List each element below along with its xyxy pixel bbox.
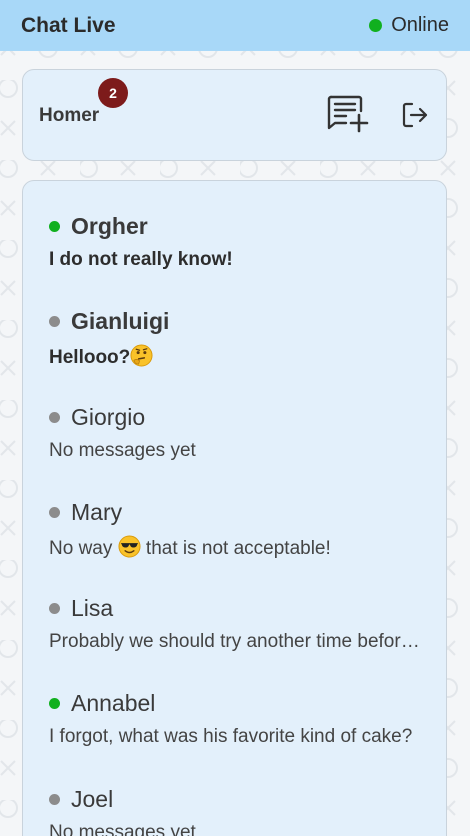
contact-name: Annabel [71, 689, 156, 716]
chat-item-annabel[interactable]: Annabel I forgot, what was his favorite … [49, 688, 421, 748]
current-user-name: Homer [39, 105, 100, 126]
offline-dot-icon [49, 602, 60, 614]
current-user-card: Homer 2 [22, 69, 447, 161]
message-preview-text: that is not acceptable! [145, 538, 331, 559]
offline-dot-icon [49, 411, 60, 423]
new-chat-icon [327, 95, 369, 133]
message-preview: Probably we should try another time befo… [49, 631, 421, 652]
logout-icon [402, 102, 428, 128]
offline-dot-icon [49, 793, 60, 805]
contact-name: Orgher [71, 212, 148, 239]
chat-item-lisa[interactable]: Lisa Probably we should try another time… [49, 593, 421, 653]
offline-dot-icon [49, 315, 60, 327]
status-label: Online [391, 14, 449, 36]
online-status-dot-icon [369, 19, 383, 32]
chat-item-gianluigi[interactable]: Gianluigi Hellooo? [49, 306, 421, 373]
message-preview: Hellooo? [49, 344, 421, 373]
sunglasses-face-icon [118, 535, 141, 564]
top-bar: Chat Live Online [0, 0, 470, 51]
contact-name: Giorgio [71, 403, 146, 430]
message-preview: I forgot, what was his favorite kind of … [49, 726, 413, 747]
contact-name: Lisa [71, 594, 114, 621]
message-preview: I do not really know! [49, 249, 233, 270]
message-preview: No messages yet [49, 440, 196, 461]
message-preview-text: No way [49, 538, 113, 559]
thinking-face-icon [130, 344, 153, 373]
offline-dot-icon [49, 506, 60, 518]
contact-name: Joel [71, 785, 114, 812]
contact-name: Gianluigi [71, 307, 170, 334]
online-dot-icon [49, 220, 60, 232]
new-chat-button[interactable] [326, 94, 370, 134]
chat-item-mary[interactable]: Mary No way that is not acceptable! [49, 497, 421, 564]
app-title: Chat Live [21, 13, 116, 37]
chat-item-joel[interactable]: Joel No messages yet [49, 784, 421, 836]
chat-list: Orgher I do not really know! Gianluigi H… [22, 180, 447, 836]
chat-item-giorgio[interactable]: Giorgio No messages yet [49, 402, 421, 462]
connection-status: Online [369, 14, 449, 37]
logout-button[interactable] [400, 100, 430, 130]
message-preview-text: Hellooo? [49, 347, 131, 368]
online-dot-icon [49, 697, 60, 709]
message-preview: No messages yet [49, 822, 196, 836]
contact-name: Mary [71, 498, 123, 525]
message-preview: No way that is not acceptable! [49, 535, 421, 564]
unread-count-badge: 2 [98, 78, 128, 108]
chat-item-orgher[interactable]: Orgher I do not really know! [49, 211, 421, 271]
